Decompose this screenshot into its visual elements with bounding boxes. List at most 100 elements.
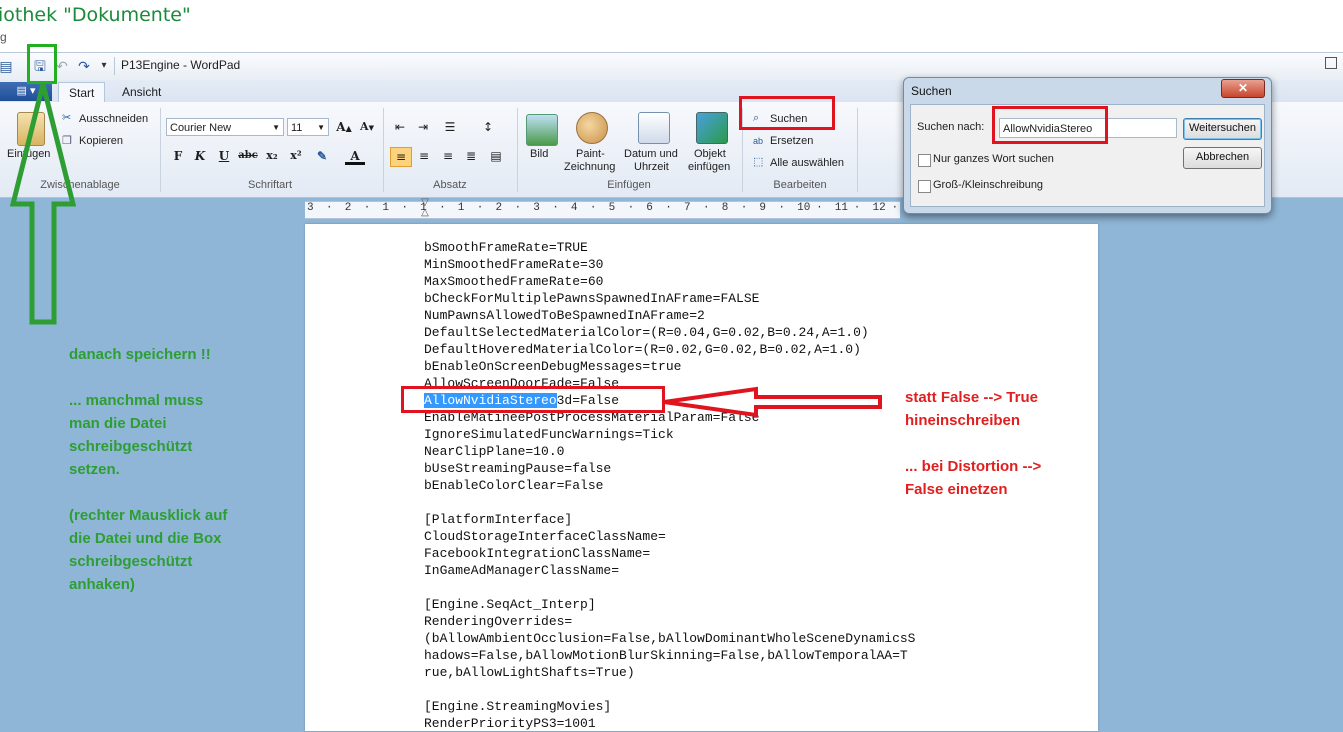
select-all-button[interactable]: Alle auswählen — [770, 157, 844, 170]
document-line[interactable]: [Engine.StreamingMovies] — [424, 698, 611, 715]
annotation-save-instructions: danach speichern !! ... manchmal muss man… — [69, 343, 227, 596]
document-line[interactable]: bCheckForMultiplePawnsSpawnedInAFrame=FA… — [424, 290, 759, 307]
dialog-title: Suchen — [911, 84, 952, 98]
paint-icon[interactable] — [576, 112, 608, 144]
picture-icon[interactable] — [526, 114, 558, 146]
redo-icon[interactable]: ↷ — [76, 58, 92, 74]
annotation-line: anhaken) — [69, 576, 135, 593]
document-line[interactable]: bUseStreamingPause=false — [424, 460, 611, 477]
group-label-paragraph: Absatz — [433, 179, 467, 191]
select-all-icon: ⬚ — [753, 156, 764, 168]
underline-icon[interactable]: U — [214, 147, 234, 165]
annotation-line: hineinschreiben — [905, 412, 1021, 429]
superscript-icon[interactable]: x² — [286, 147, 306, 165]
font-family-select[interactable]: Courier New ▼ — [166, 118, 284, 136]
ruler-tick: · — [891, 202, 899, 214]
paint-label-2[interactable]: Zeichnung — [564, 161, 615, 174]
ruler-number: 2 — [495, 202, 503, 214]
object-icon[interactable] — [696, 112, 728, 144]
tab-ansicht[interactable]: Ansicht — [112, 82, 171, 102]
ruler[interactable]: 3 · 2 · 1 · 1 · 1 · 2 · 3 · 4 · 5 · 6 · 7 · 8 · 9 · 10 · 11 · 12 · — [305, 201, 900, 219]
document-line[interactable]: bEnableOnScreenDebugMessages=true — [424, 358, 681, 375]
datetime-label-1[interactable]: Datum und — [624, 148, 678, 161]
find-next-button[interactable]: Weitersuchen — [1183, 118, 1262, 140]
ruler-tick: · — [514, 202, 522, 214]
document-line[interactable]: MinSmoothedFrameRate=30 — [424, 256, 603, 273]
maximize-icon[interactable] — [1325, 57, 1337, 69]
document-line[interactable]: (bAllowAmbientOcclusion=False,bAllowDomi… — [424, 630, 915, 647]
font-color-icon[interactable]: A — [345, 147, 365, 165]
document-line[interactable]: bSmoothFrameRate=TRUE — [424, 239, 588, 256]
match-case-checkbox[interactable] — [918, 180, 931, 193]
document-line[interactable]: bEnableColorClear=False — [424, 477, 603, 494]
ruler-tick: · — [439, 202, 446, 214]
strikethrough-icon[interactable]: abc — [238, 147, 258, 165]
ruler-number: 8 — [721, 202, 729, 214]
document-line[interactable]: RenderPriorityPS3=1001 — [424, 715, 596, 732]
annotation-line: statt False --> True — [905, 389, 1038, 406]
document-line[interactable]: DefaultHoveredMaterialColor=(R=0.02,G=0.… — [424, 341, 861, 358]
align-left-icon[interactable]: ≡ — [390, 147, 412, 167]
cancel-button[interactable]: Abbrechen — [1183, 147, 1262, 169]
document-line[interactable]: NearClipPlane=10.0 — [424, 443, 564, 460]
line-spacing-icon[interactable]: ↕ — [478, 118, 498, 136]
datetime-label-2[interactable]: Uhrzeit — [634, 161, 669, 174]
document-line[interactable]: [PlatformInterface] — [424, 511, 572, 528]
document-line[interactable]: FacebookIntegrationClassName= — [424, 545, 650, 562]
annotation-line: ... bei Distortion --> — [905, 458, 1042, 475]
find-button-highlight-box — [739, 96, 835, 130]
document-line[interactable]: RenderingOverrides= — [424, 613, 572, 630]
paint-label-1[interactable]: Paint- — [576, 148, 605, 161]
annotation-line: die Datei und die Box — [69, 530, 222, 547]
align-right-icon[interactable]: ≡ — [438, 147, 458, 165]
calendar-icon[interactable] — [638, 112, 670, 144]
font-size-select[interactable]: 11 ▼ — [287, 118, 329, 136]
whole-word-checkbox[interactable] — [918, 154, 931, 167]
app-icon[interactable]: ▤ — [0, 58, 14, 74]
document-line[interactable]: InGameAdManagerClassName= — [424, 562, 619, 579]
copy-button[interactable]: Kopieren — [79, 135, 123, 148]
insert-picture-button[interactable]: Bild — [530, 148, 548, 161]
ruler-tick: · — [401, 202, 408, 214]
ruler-tick: · — [476, 202, 484, 214]
group-label-edit: Bearbeiten — [773, 179, 827, 191]
cut-button[interactable]: Ausschneiden — [79, 113, 148, 126]
bullet-list-icon[interactable]: ☰ — [440, 118, 460, 136]
annotation-line — [69, 481, 227, 504]
document-line[interactable]: DefaultSelectedMaterialColor=(R=0.04,G=0… — [424, 324, 869, 341]
bold-icon[interactable]: F — [168, 147, 188, 165]
ruler-tick: · — [627, 202, 635, 214]
document-line[interactable]: CloudStorageInterfaceClassName= — [424, 528, 666, 545]
highlight-color-icon[interactable]: ✎ — [312, 147, 332, 165]
document-line[interactable]: rue,bAllowLightShafts=True) — [424, 664, 635, 681]
explorer-title: iothek "Dokumente" — [0, 4, 191, 26]
ruler-number: 9 — [759, 202, 766, 214]
document-line[interactable]: [Engine.SeqAct_Interp] — [424, 596, 596, 613]
document-line[interactable]: NumPawnsAllowedToBeSpawnedInAFrame=2 — [424, 307, 705, 324]
shrink-font-icon[interactable]: A▼ — [357, 118, 377, 136]
match-case-label: Groß-/Kleinschreibung — [933, 179, 1044, 191]
customize-quickaccess-icon[interactable]: ▾ — [96, 58, 112, 74]
paragraph-settings-icon[interactable]: ▤ — [486, 147, 506, 165]
italic-icon[interactable]: K — [190, 147, 210, 165]
object-label-1[interactable]: Objekt — [694, 148, 726, 161]
indent-marker-icon[interactable]: ▽ △ — [420, 198, 430, 220]
ruler-number: 11 — [834, 202, 848, 214]
document-line[interactable]: MaxSmoothedFrameRate=60 — [424, 273, 603, 290]
subscript-icon[interactable]: x₂ — [262, 147, 282, 165]
justify-icon[interactable]: ≣ — [461, 147, 481, 165]
align-center-icon[interactable]: ≡ — [414, 147, 434, 165]
object-label-2[interactable]: einfügen — [688, 161, 730, 174]
close-icon[interactable]: ✕ — [1221, 79, 1265, 98]
document-line[interactable]: IgnoreSimulatedFuncWarnings=Tick — [424, 426, 674, 443]
document-line[interactable]: hadows=False,bAllowMotionBlurSkinning=Fa… — [424, 647, 908, 664]
chevron-down-icon: ▼ — [272, 123, 280, 132]
annotation-line: ... manchmal muss — [69, 392, 204, 409]
replace-button[interactable]: Ersetzen — [770, 135, 813, 148]
font-size-value: 11 — [291, 122, 303, 134]
ruler-tick: · — [816, 202, 823, 214]
ruler-tick: · — [665, 202, 672, 214]
decrease-indent-icon[interactable]: ⇤ — [390, 118, 410, 136]
increase-indent-icon[interactable]: ⇥ — [413, 118, 433, 136]
grow-font-icon[interactable]: A▲ — [334, 118, 354, 136]
